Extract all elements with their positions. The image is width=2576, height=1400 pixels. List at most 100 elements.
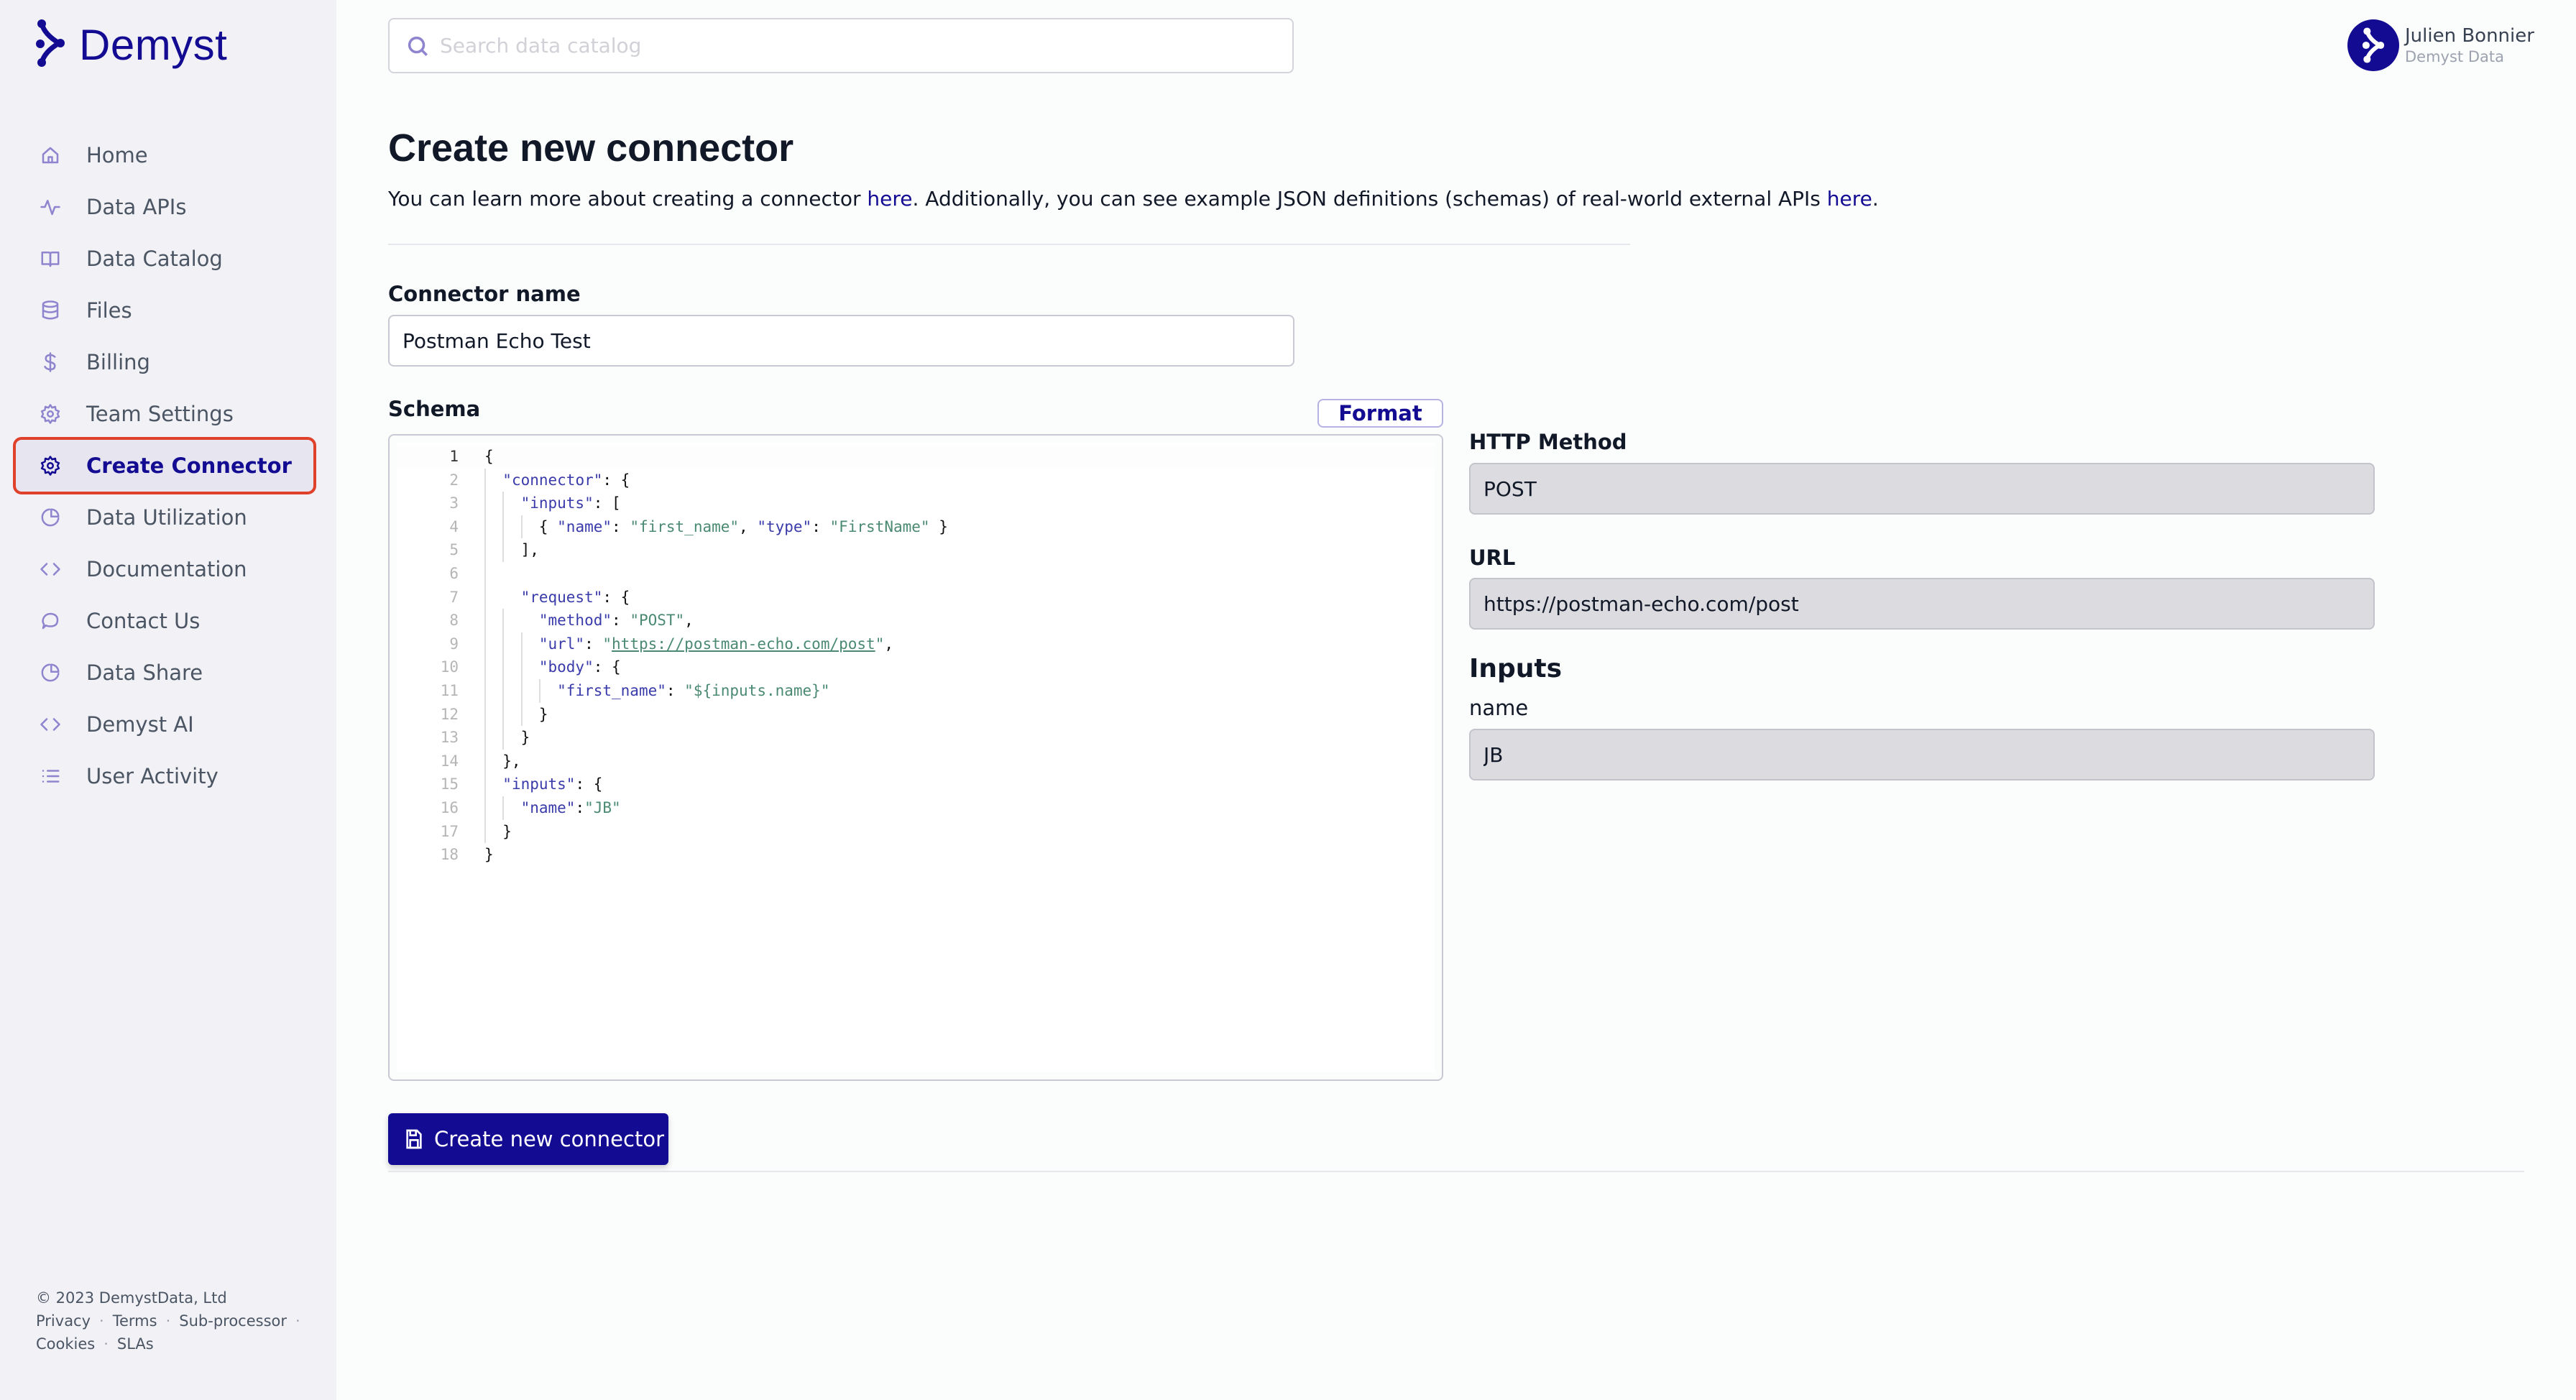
code-line[interactable]: 2 "connector": {: [397, 469, 1435, 492]
sidebar-item-data-utilization[interactable]: Data Utilization: [16, 492, 313, 543]
code-line[interactable]: 15 "inputs": {: [397, 773, 1435, 796]
sidebar-item-label: Documentation: [86, 557, 247, 581]
code-editor-content[interactable]: 1{2 "connector": {3 "inputs": [4 { "name…: [397, 443, 1435, 1072]
code-text: "inputs": [: [520, 494, 621, 512]
code-text: "first_name": "${inputs.name}": [557, 682, 830, 699]
gear-icon: [39, 402, 62, 425]
schema-label: Schema: [388, 397, 481, 421]
sidebar-nav: Home Data APIs Data Catalog Files Billing Tea…: [13, 129, 316, 802]
input-name-field[interactable]: [1469, 729, 2375, 780]
code-line[interactable]: 18}: [397, 843, 1435, 866]
activity-icon: [39, 195, 62, 218]
code-line[interactable]: 12 }: [397, 703, 1435, 726]
user-name: Julien Bonnier: [2405, 25, 2534, 47]
indent-guide: [520, 515, 523, 539]
schema-code-editor[interactable]: 1{2 "connector": {3 "inputs": [4 { "name…: [388, 434, 1443, 1081]
code-line[interactable]: 10 "body": {: [397, 655, 1435, 678]
sidebar-item-data-apis[interactable]: Data APIs: [16, 181, 313, 233]
sidebar-item-label: Data Share: [86, 660, 203, 685]
avatar[interactable]: [2347, 19, 2399, 71]
indent-guide: [538, 679, 540, 703]
sidebar-item-files[interactable]: Files: [16, 285, 313, 336]
code-text: ],: [484, 541, 539, 559]
sidebar-item-team-settings[interactable]: Team Settings: [16, 388, 313, 440]
create-connector-button[interactable]: Create new connector: [388, 1113, 668, 1165]
line-number: 1: [449, 448, 459, 465]
sidebar-item-user-activity[interactable]: User Activity: [16, 750, 313, 802]
desc-text: .: [1872, 187, 1879, 211]
indent-guide: [520, 632, 523, 727]
code-line[interactable]: 8 "method": "POST",: [397, 609, 1435, 632]
code-text: "connector": {: [502, 471, 630, 489]
sidebar-item-demyst-ai[interactable]: Demyst AI: [16, 699, 313, 750]
code-text: "name":"JB": [520, 799, 621, 816]
code-line[interactable]: 9 "url": "https://postman-echo.com/post"…: [397, 632, 1435, 655]
code-line[interactable]: 4 { "name": "first_name", "type": "First…: [397, 515, 1435, 538]
code-line[interactable]: 1{: [397, 445, 1435, 468]
footer-link-privacy[interactable]: Privacy: [36, 1312, 91, 1330]
url-field[interactable]: [1469, 578, 2375, 630]
user-menu[interactable]: Julien Bonnier Demyst Data: [2347, 19, 2534, 71]
footer-link-terms[interactable]: Terms: [113, 1312, 157, 1330]
footer-link-slas[interactable]: SLAs: [117, 1335, 154, 1353]
code-line[interactable]: 16 "name":"JB": [397, 796, 1435, 819]
save-icon: [406, 1129, 422, 1149]
indent-guide: [484, 468, 486, 844]
sidebar-item-create-connector[interactable]: Create Connector: [13, 437, 316, 494]
code-line[interactable]: 17 }: [397, 820, 1435, 843]
connector-name-input[interactable]: [388, 315, 1294, 367]
sidebar-item-contact-us[interactable]: Contact Us: [16, 595, 313, 647]
line-number: 3: [449, 494, 459, 512]
indent-guide: [502, 492, 505, 562]
examples-link[interactable]: here: [1827, 187, 1872, 211]
page-title: Create new connector: [388, 126, 794, 170]
dollar-icon: [39, 351, 62, 374]
code-text: }: [484, 729, 530, 747]
search-bar[interactable]: [388, 18, 1294, 73]
line-number: 18: [440, 846, 459, 864]
indent-guide: [502, 796, 505, 820]
separator: ·: [165, 1312, 171, 1330]
code-line[interactable]: 14 },: [397, 750, 1435, 773]
code-icon: [39, 713, 62, 736]
sidebar-item-home[interactable]: Home: [16, 129, 313, 181]
code-text: "inputs": {: [502, 775, 603, 793]
line-number: 10: [440, 658, 459, 676]
sidebar-item-data-catalog[interactable]: Data Catalog: [16, 233, 313, 285]
gear-icon: [39, 454, 62, 477]
pie-chart-icon: [39, 661, 62, 684]
sidebar-item-billing[interactable]: Billing: [16, 336, 313, 388]
code-line[interactable]: 6: [397, 562, 1435, 585]
chat-icon: [39, 609, 62, 632]
line-number: 15: [440, 775, 459, 793]
code-line[interactable]: 7 "request": {: [397, 586, 1435, 609]
demyst-logo[interactable]: Demyst: [34, 19, 227, 70]
code-line[interactable]: 3 "inputs": [: [397, 492, 1435, 515]
code-text: "method": "POST",: [538, 612, 694, 630]
http-method-label: HTTP Method: [1469, 430, 1627, 454]
format-button[interactable]: Format: [1317, 399, 1443, 428]
separator: ·: [104, 1335, 109, 1353]
code-line[interactable]: 5 ],: [397, 538, 1435, 561]
desc-text: You can learn more about creating a conn…: [388, 187, 868, 211]
sidebar: Demyst Home Data APIs Data Catalog Files Bil…: [0, 0, 336, 1400]
code-line[interactable]: 11 "first_name": "${inputs.name}": [397, 679, 1435, 702]
url-label: URL: [1469, 545, 1516, 570]
sidebar-item-documentation[interactable]: Documentation: [16, 543, 313, 595]
sidebar-item-label: Home: [86, 143, 148, 167]
home-icon: [39, 144, 62, 167]
sidebar-item-label: Files: [86, 298, 132, 323]
divider: [388, 244, 1630, 245]
footer-link-cookies[interactable]: Cookies: [36, 1335, 95, 1353]
learn-more-link[interactable]: here: [867, 187, 912, 211]
code-line[interactable]: 13 }: [397, 726, 1435, 749]
line-number: 8: [449, 612, 459, 630]
line-number: 2: [449, 471, 459, 489]
sidebar-item-label: Create Connector: [86, 453, 292, 478]
code-text: },: [484, 752, 521, 770]
footer-link-sub-processor[interactable]: Sub-processor: [179, 1312, 287, 1330]
search-input[interactable]: [440, 34, 1266, 57]
sidebar-item-data-share[interactable]: Data Share: [16, 647, 313, 699]
http-method-field[interactable]: [1469, 463, 2375, 515]
sidebar-item-label: Data Catalog: [86, 247, 223, 271]
